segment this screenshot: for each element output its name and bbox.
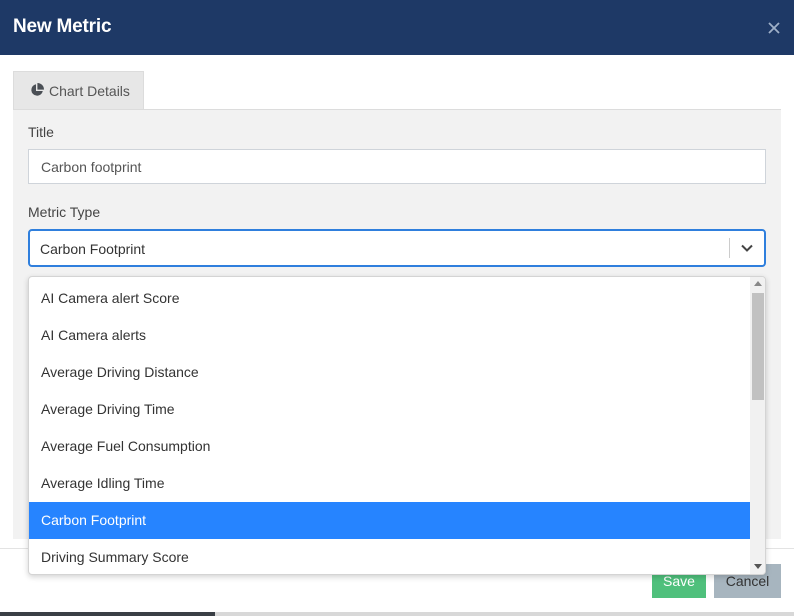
scroll-down-icon[interactable]: [754, 564, 762, 569]
dropdown-option[interactable]: AI Camera alert Score: [29, 280, 750, 317]
pie-chart-icon: [30, 82, 49, 100]
modal-title: New Metric: [13, 16, 112, 37]
tab-label: Chart Details: [49, 83, 130, 99]
background-page-strip: [0, 612, 794, 616]
metric-type-select[interactable]: Carbon Footprint: [28, 229, 766, 267]
dropdown-scrollbar[interactable]: [750, 277, 765, 574]
select-divider: [729, 238, 730, 258]
dropdown-option[interactable]: Average Driving Distance: [29, 354, 750, 391]
close-icon[interactable]: [766, 20, 782, 36]
modal-header: New Metric: [0, 0, 794, 55]
dropdown-option[interactable]: Average Idling Time: [29, 465, 750, 502]
metric-type-dropdown: AI Camera alert Score AI Camera alerts A…: [28, 276, 766, 575]
title-label: Title: [28, 124, 54, 140]
tab-chart-details[interactable]: Chart Details: [13, 71, 144, 110]
metric-type-value: Carbon Footprint: [40, 241, 146, 257]
dropdown-option[interactable]: AI Camera alerts: [29, 317, 750, 354]
dropdown-option[interactable]: Average Driving Time: [29, 391, 750, 428]
metric-type-label: Metric Type: [28, 204, 101, 220]
dropdown-option-selected[interactable]: Carbon Footprint: [29, 502, 750, 539]
dropdown-option[interactable]: Driving Summary Score: [29, 539, 750, 574]
chevron-down-icon[interactable]: [740, 241, 754, 260]
scroll-thumb[interactable]: [752, 293, 764, 400]
new-metric-modal: New Metric Chart Details Title Metric Ty…: [0, 0, 794, 616]
background-page-segment: [215, 612, 794, 616]
title-input[interactable]: [28, 149, 766, 184]
dropdown-option[interactable]: Average Fuel Consumption: [29, 428, 750, 465]
scroll-up-icon[interactable]: [754, 281, 762, 286]
